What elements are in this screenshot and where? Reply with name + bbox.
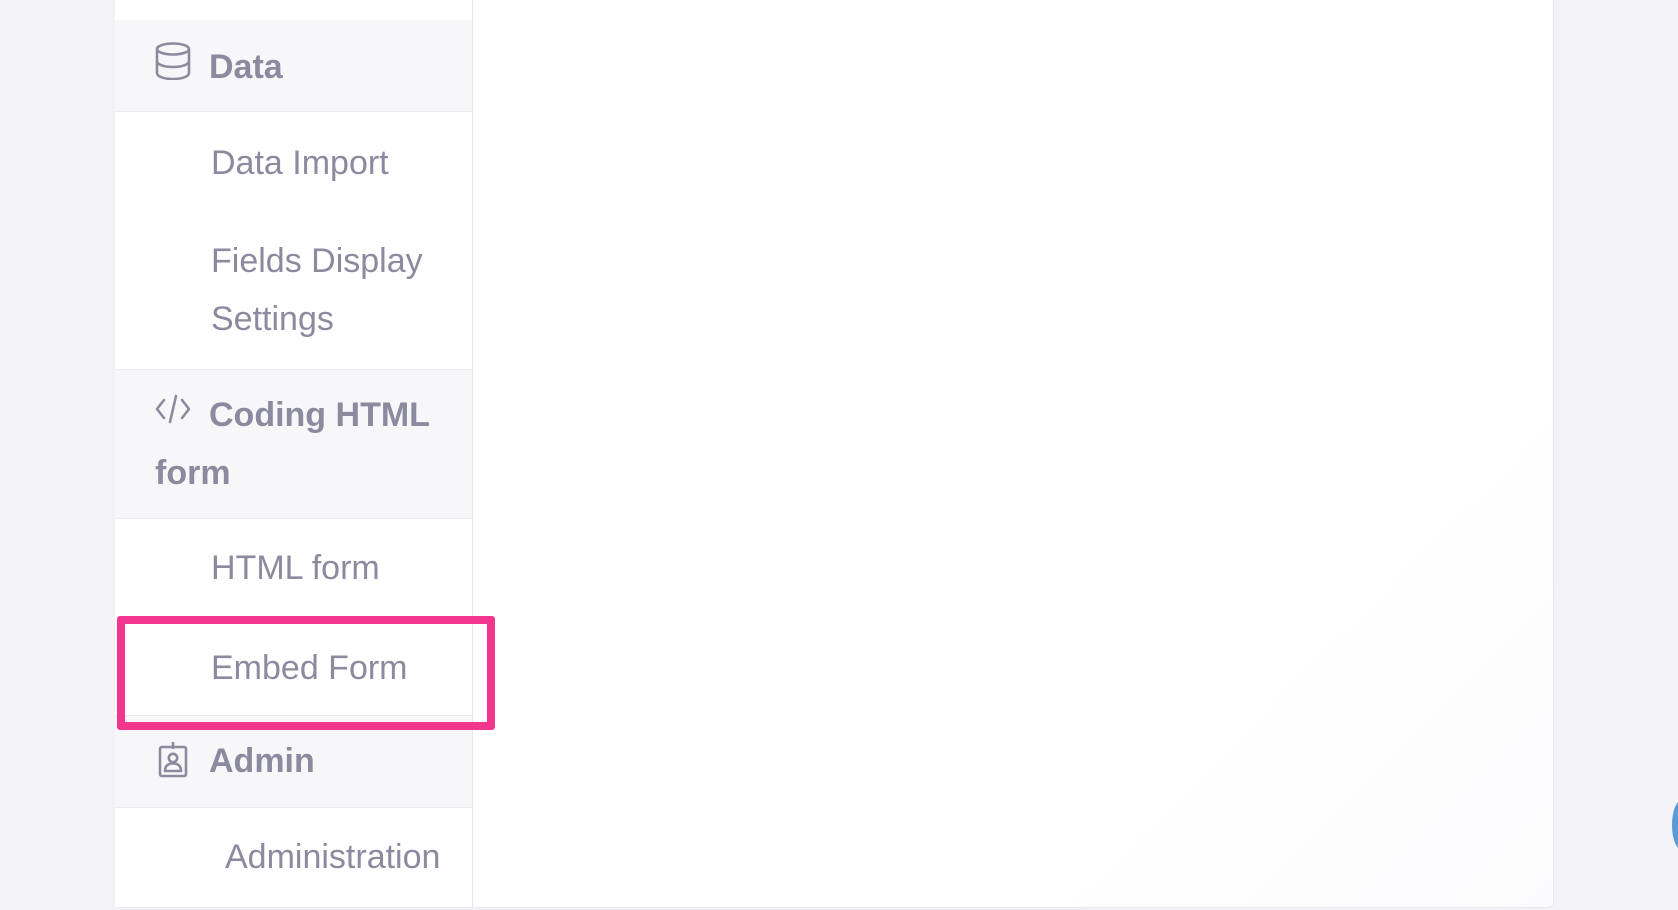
- sidebar-section-data[interactable]: Data: [115, 20, 472, 112]
- sidebar-item-label: HTML form: [211, 549, 380, 587]
- sidebar-item-fields-display-settings[interactable]: Fields Display Settings: [115, 204, 472, 369]
- sidebar-item-label: Administration: [225, 838, 441, 876]
- sidebar-item-embed-form[interactable]: Embed Form: [115, 617, 472, 716]
- main-content-area: [589, 0, 1553, 907]
- sidebar-item-html-form[interactable]: HTML form: [115, 519, 472, 617]
- sidebar-section-admin[interactable]: Admin: [115, 716, 472, 808]
- sidebar-item-data-import[interactable]: Data Import: [115, 112, 472, 204]
- section-label-coding-html-form: Coding HTML form: [155, 396, 430, 492]
- sidebar-top-item[interactable]: [115, 0, 472, 21]
- section-label-data: Data: [209, 48, 283, 86]
- badge-icon: [158, 742, 188, 783]
- floating-widget-edge[interactable]: [1672, 800, 1678, 850]
- database-icon: [155, 42, 191, 85]
- sidebar-item-label: Fields Display Settings: [211, 242, 423, 338]
- sidebar-item-label: Embed Form: [211, 649, 408, 687]
- sidebar-section-coding-html-form[interactable]: Coding HTML form: [115, 369, 472, 519]
- sidebar-item-administration[interactable]: Administration: [115, 808, 472, 907]
- sidebar: Data Data Import Fields Display Settings…: [115, 0, 473, 907]
- sidebar-item-label: Data Import: [211, 144, 389, 182]
- section-label-admin: Admin: [209, 742, 315, 780]
